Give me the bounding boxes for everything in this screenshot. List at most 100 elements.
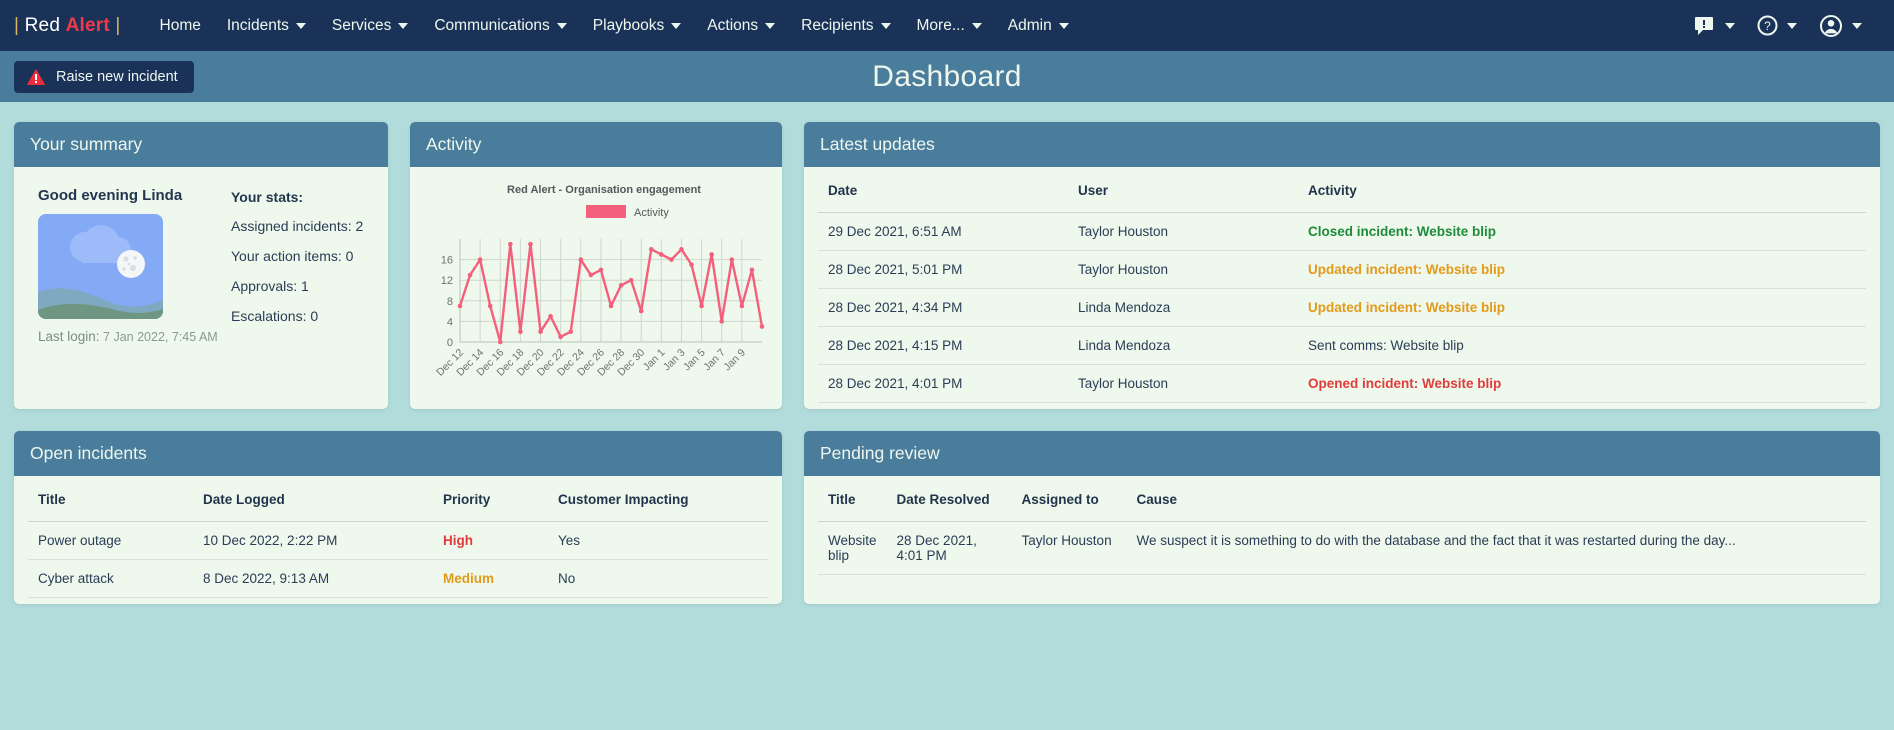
table-row[interactable]: Website blip28 Dec 2021, 4:01 PMTaylor H… bbox=[818, 522, 1866, 575]
table-row[interactable]: 28 Dec 2021, 5:01 PMTaylor HoustonUpdate… bbox=[818, 251, 1866, 289]
chevron-down-icon bbox=[671, 23, 681, 29]
activity-data-point bbox=[709, 252, 714, 257]
activity-data-point bbox=[760, 324, 765, 329]
cell-priority: Medium bbox=[433, 560, 548, 598]
last-login-value: 7 Jan 2022, 7:45 AM bbox=[103, 330, 218, 344]
table-row[interactable]: 28 Dec 2021, 4:01 PMTaylor HoustonOpened… bbox=[818, 365, 1866, 403]
raise-new-incident-button[interactable]: Raise new incident bbox=[14, 61, 194, 93]
table-header-row: Title Date Resolved Assigned to Cause bbox=[818, 478, 1866, 522]
account-menu[interactable] bbox=[1819, 14, 1862, 38]
chart-title: Red Alert - Organisation engagement bbox=[507, 184, 701, 196]
nav-item-admin[interactable]: Admin bbox=[995, 11, 1082, 41]
activity-title: Activity bbox=[410, 122, 782, 167]
activity-data-point bbox=[568, 329, 573, 334]
cell-date: 28 Dec 2021, 4:34 PM bbox=[818, 289, 1068, 327]
nav-label: Admin bbox=[1008, 17, 1052, 35]
legend-swatch bbox=[586, 205, 626, 218]
your-summary-card: Your summary Good evening Linda bbox=[14, 122, 388, 409]
nav-item-home[interactable]: Home bbox=[147, 11, 214, 41]
cell-date-resolved: 28 Dec 2021, 4:01 PM bbox=[887, 522, 1012, 575]
help-menu[interactable]: ? bbox=[1757, 15, 1797, 36]
nav-item-more[interactable]: More... bbox=[904, 11, 995, 41]
cell-date: 29 Dec 2021, 6:51 AM bbox=[818, 213, 1068, 251]
brand-red: Red bbox=[25, 15, 60, 36]
stat-approvals: Approvals: 1 bbox=[231, 278, 363, 294]
activity-data-point bbox=[589, 273, 594, 278]
nav-item-incidents[interactable]: Incidents bbox=[214, 11, 319, 41]
table-row[interactable]: 29 Dec 2021, 6:51 AMTaylor HoustonClosed… bbox=[818, 213, 1866, 251]
y-tick-label: 0 bbox=[447, 337, 453, 349]
nav-item-recipients[interactable]: Recipients bbox=[788, 11, 903, 41]
activity-data-point bbox=[750, 268, 755, 273]
nav-item-communications[interactable]: Communications bbox=[421, 11, 579, 41]
nav-right-group: ? bbox=[1694, 14, 1876, 38]
nav-item-services[interactable]: Services bbox=[319, 11, 421, 41]
activity-data-point bbox=[548, 314, 553, 319]
x-tick-label: Jan 7 bbox=[701, 347, 728, 374]
pending-review-table-wrap: Title Date Resolved Assigned to Cause We… bbox=[804, 476, 1880, 581]
raise-new-incident-label: Raise new incident bbox=[56, 69, 178, 85]
summary-left-column: Good evening Linda bbox=[36, 181, 231, 344]
activity-data-point bbox=[669, 257, 674, 262]
open-incidents-body: Power outage10 Dec 2022, 2:22 PMHighYesC… bbox=[28, 522, 768, 598]
cell-assigned-to: Taylor Houston bbox=[1012, 522, 1127, 575]
night-scene-illustration bbox=[38, 214, 163, 319]
chevron-down-icon bbox=[1725, 23, 1735, 29]
cell-customer-impacting: No bbox=[548, 560, 768, 598]
top-navbar: | Red Alert | Home Incidents Services Co… bbox=[0, 0, 1894, 51]
cell-customer-impacting: Yes bbox=[548, 522, 768, 560]
activity-data-point bbox=[498, 340, 503, 345]
activity-series-line bbox=[460, 244, 762, 342]
nav-label: Recipients bbox=[801, 17, 873, 35]
nav-item-actions[interactable]: Actions bbox=[694, 11, 788, 41]
last-login: Last login: 7 Jan 2022, 7:45 AM bbox=[38, 329, 231, 344]
table-row[interactable]: 28 Dec 2021, 4:15 PMLinda MendozaSent co… bbox=[818, 327, 1866, 365]
activity-data-point bbox=[719, 319, 724, 324]
activity-data-point bbox=[679, 247, 684, 252]
announcements-menu[interactable] bbox=[1694, 16, 1735, 36]
col-user: User bbox=[1068, 169, 1298, 213]
latest-updates-table-wrap: Date User Activity 29 Dec 2021, 6:51 AMT… bbox=[804, 167, 1880, 409]
chevron-down-icon bbox=[398, 23, 408, 29]
latest-updates-card: Latest updates Date User Activity 29 Dec… bbox=[804, 122, 1880, 409]
activity-data-point bbox=[558, 335, 563, 340]
table-row[interactable]: Cyber attack8 Dec 2022, 9:13 AMMediumNo bbox=[28, 560, 768, 598]
x-tick-label: Jan 5 bbox=[681, 347, 708, 374]
activity-data-point bbox=[639, 309, 644, 314]
cell-activity: Opened incident: Website blip bbox=[1298, 365, 1866, 403]
open-incidents-table: Title Date Logged Priority Customer Impa… bbox=[28, 478, 768, 598]
table-row[interactable]: 28 Dec 2021, 4:34 PMLinda MendozaUpdated… bbox=[818, 289, 1866, 327]
y-tick-label: 16 bbox=[441, 255, 453, 267]
latest-updates-table: Date User Activity 29 Dec 2021, 6:51 AMT… bbox=[818, 169, 1866, 403]
activity-card: Activity Red Alert - Organisation engage… bbox=[410, 122, 782, 409]
activity-data-point bbox=[528, 242, 533, 247]
activity-data-point bbox=[689, 262, 694, 267]
activity-data-point bbox=[619, 283, 624, 288]
cell-date: 28 Dec 2021, 4:15 PM bbox=[818, 327, 1068, 365]
col-title: Title bbox=[28, 478, 193, 522]
cell-title: Power outage bbox=[28, 522, 193, 560]
activity-data-point bbox=[599, 268, 604, 273]
cell-user: Linda Mendoza bbox=[1068, 327, 1298, 365]
y-tick-label: 4 bbox=[447, 316, 453, 328]
svg-text:?: ? bbox=[1764, 19, 1771, 33]
y-tick-label: 8 bbox=[447, 296, 453, 308]
brand-alert: Alert bbox=[66, 15, 110, 36]
summary-stats: Your stats: Assigned incidents: 2 Your a… bbox=[231, 181, 363, 344]
activity-line-chart[interactable]: Red Alert - Organisation engagementActiv… bbox=[418, 177, 774, 398]
table-row[interactable]: Power outage10 Dec 2022, 2:22 PMHighYes bbox=[28, 522, 768, 560]
help-icon: ? bbox=[1757, 15, 1778, 36]
activity-data-point bbox=[488, 304, 493, 309]
nav-label: Communications bbox=[434, 17, 549, 35]
activity-data-point bbox=[699, 304, 704, 309]
activity-data-point bbox=[538, 329, 543, 334]
chevron-down-icon bbox=[881, 23, 891, 29]
pending-review-body: Website blip28 Dec 2021, 4:01 PMTaylor H… bbox=[818, 522, 1866, 575]
cell-user: Taylor Houston bbox=[1068, 251, 1298, 289]
brand-logo[interactable]: | Red Alert | bbox=[14, 15, 121, 37]
x-tick-label: Jan 1 bbox=[641, 347, 668, 374]
cell-date-logged: 8 Dec 2022, 9:13 AM bbox=[193, 560, 433, 598]
your-summary-title: Your summary bbox=[14, 122, 388, 167]
nav-label: Services bbox=[332, 17, 391, 35]
nav-item-playbooks[interactable]: Playbooks bbox=[580, 11, 695, 41]
